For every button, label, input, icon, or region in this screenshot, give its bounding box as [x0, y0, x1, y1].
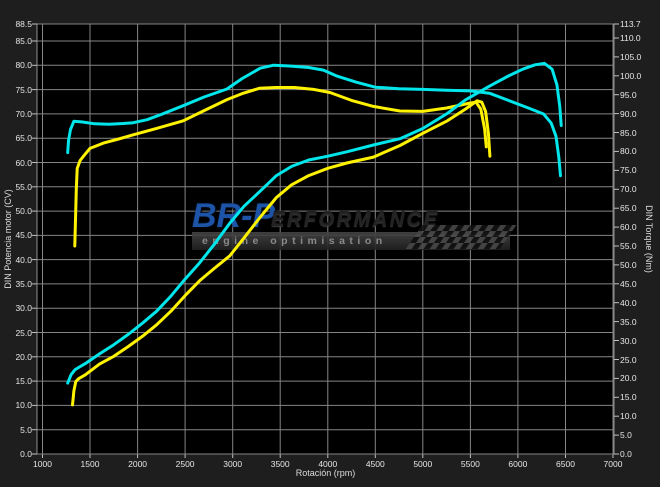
y-right-tick-label: 113.7	[620, 19, 641, 29]
y-right-axis-title: DIN Torque (Nm)	[644, 205, 654, 273]
x-tick-label: 5000	[403, 459, 443, 469]
x-tick-label: 4500	[355, 459, 395, 469]
x-tick-label: 2500	[165, 459, 205, 469]
x-tick-label: 2000	[118, 459, 158, 469]
y-left-tick-label: 70.0	[0, 109, 32, 119]
y-left-tick-label: 30.0	[0, 303, 32, 313]
y-right-tick-label: 110.0	[620, 33, 641, 43]
y-left-tick-label: 10.0	[0, 400, 32, 410]
y-left-tick-label: 20.0	[0, 352, 32, 362]
x-tick-label: 4000	[308, 459, 348, 469]
x-tick-label: 7000	[593, 459, 633, 469]
y-right-tick-label: 10.0	[620, 411, 637, 421]
x-tick-label: 3000	[213, 459, 253, 469]
x-axis-title: Rotación (rpm)	[37, 468, 614, 478]
y-right-tick-label: 95.0	[620, 90, 637, 100]
y-right-tick-label: 15.0	[620, 392, 637, 402]
y-left-tick-label: 65.0	[0, 133, 32, 143]
y-right-tick-label: 20.0	[620, 373, 637, 383]
x-tick-label: 5500	[450, 459, 490, 469]
y-left-tick-label: 60.0	[0, 158, 32, 168]
y-right-tick-label: 5.0	[620, 430, 632, 440]
y-left-tick-label: 50.0	[0, 206, 32, 216]
y-right-tick-label: 35.0	[620, 317, 637, 327]
y-right-tick-label: 55.0	[620, 241, 637, 251]
y-right-tick-label: 75.0	[620, 165, 637, 175]
curve-torque-yellow	[75, 88, 487, 247]
x-tick-label: 3500	[260, 459, 300, 469]
dyno-chart: BR-P ERFORMANCE engine optimisation Rota…	[0, 0, 660, 487]
curves-layer	[0, 0, 660, 487]
y-right-tick-label: 45.0	[620, 279, 637, 289]
y-right-tick-label: 105.0	[620, 52, 641, 62]
y-left-tick-label: 35.0	[0, 279, 32, 289]
y-right-tick-label: 50.0	[620, 260, 637, 270]
y-right-tick-label: 25.0	[620, 355, 637, 365]
y-left-tick-label: 75.0	[0, 85, 32, 95]
y-right-tick-label: 0.0	[620, 449, 632, 459]
y-right-tick-label: 70.0	[620, 184, 637, 194]
y-left-tick-label: 80.0	[0, 60, 32, 70]
y-right-tick-label: 90.0	[620, 109, 637, 119]
x-tick-label: 1000	[23, 459, 63, 469]
y-right-tick-label: 30.0	[620, 336, 637, 346]
y-left-tick-label: 15.0	[0, 376, 32, 386]
y-right-tick-label: 85.0	[620, 128, 637, 138]
y-left-tick-label: 40.0	[0, 255, 32, 265]
x-tick-label: 1500	[70, 459, 110, 469]
x-tick-label: 6000	[498, 459, 538, 469]
y-left-tick-label: 5.0	[0, 425, 32, 435]
y-right-tick-label: 65.0	[620, 203, 637, 213]
y-left-tick-label: 55.0	[0, 182, 32, 192]
y-left-tick-label: 85.0	[0, 36, 32, 46]
y-right-tick-label: 40.0	[620, 298, 637, 308]
y-right-tick-label: 80.0	[620, 146, 637, 156]
y-left-tick-label: 88.5	[0, 19, 32, 29]
y-right-tick-label: 100.0	[620, 71, 641, 81]
x-tick-label: 6500	[546, 459, 586, 469]
y-left-tick-label: 25.0	[0, 328, 32, 338]
curve-power-yellow	[73, 101, 490, 405]
y-left-tick-label: 45.0	[0, 230, 32, 240]
y-left-tick-label: 0.0	[0, 449, 32, 459]
y-right-tick-label: 60.0	[620, 222, 637, 232]
